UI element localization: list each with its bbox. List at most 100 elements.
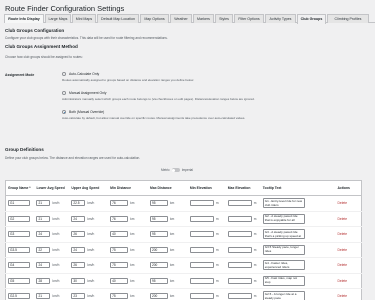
max-distance-input[interactable]: 95 [150,200,169,207]
max-elevation-input[interactable] [227,262,252,269]
tab-route-info-display[interactable]: Route Info Display [4,14,44,23]
tooltip-textarea[interactable]: G5 - Fast rides, map not stop [262,275,305,286]
table-cell: G4 - Faster rides, experienced riders [260,257,336,274]
min-distance-input[interactable]: 76 [110,215,129,222]
lower-speed-input[interactable]: 22 [36,246,51,253]
max-elevation-input[interactable] [227,231,252,238]
table-cell: 28 km/h [34,273,70,289]
unit-label: km [130,263,135,268]
min-distance-input[interactable]: 40 [110,231,129,238]
min-distance-input[interactable]: 76 [110,200,129,207]
upper-speed-input[interactable]: 26 [71,231,86,238]
max-elevation-input[interactable] [227,246,252,253]
min-elevation-input[interactable] [189,231,214,238]
assignment-mode-label: Assignment Mode [5,73,35,77]
delete-row-link[interactable]: Delete [338,248,348,252]
group-name-input[interactable]: G3.5 [8,246,30,253]
max-distance-input[interactable]: 200 [150,246,169,253]
max-distance-input[interactable]: 95 [150,277,169,284]
unit-toggle-switch[interactable] [171,168,180,172]
lower-speed-input[interactable]: 21 [36,200,51,207]
upper-speed-input[interactable]: 23 [71,293,86,300]
tab-default-map-location[interactable]: Default Map Location [97,14,139,23]
table-row: G5 28 km/h 30 km/h 40 km 95 km m m G5 - Fast rides,… [5,273,362,289]
tab-climbing-profiles[interactable]: Climbing Profiles [327,14,369,23]
upper-speed-input[interactable]: 24 [71,246,86,253]
unit-label: m [253,247,257,252]
delete-row-link[interactable]: Delete [338,201,348,205]
table-cell: m [225,226,261,243]
tooltip-textarea[interactable]: G3.5 Steady pace, longer rides [262,244,305,255]
group-name-input[interactable]: G3 [8,231,30,238]
tooltip-textarea[interactable]: G2.5 - A longer ride at a steady pace [262,291,305,300]
min-distance-input[interactable]: 75 [110,262,129,269]
col-header-group-name: Group Name * [5,180,35,196]
table-cell: 26 km/h [69,226,109,243]
tab-activity-types[interactable]: Activity Types [265,14,296,23]
max-elevation-input[interactable] [227,277,252,284]
lower-speed-input[interactable]: 21 [36,215,51,222]
delete-row-link[interactable]: Delete [338,263,348,267]
min-elevation-input[interactable] [189,246,214,253]
tab-weather[interactable]: Weather [170,14,192,23]
min-distance-input[interactable]: 75 [110,246,129,253]
upper-speed-input[interactable]: 22.5 [71,200,86,207]
delete-row-link[interactable]: Delete [338,279,348,283]
tooltip-textarea[interactable]: G4 - Faster rides, experienced riders [262,260,305,271]
min-elevation-input[interactable] [189,200,214,207]
radio-label-auto-calculate: Auto-Calculate Only [69,72,100,76]
max-distance-input[interactable]: 200 [150,262,169,269]
table-cell: m [225,273,261,289]
lower-speed-input[interactable]: 24 [36,262,51,269]
lower-speed-input[interactable]: 28 [36,277,51,284]
table-cell: 23 km/h [69,288,109,300]
table-row: G3 24 km/h 26 km/h 40 km 95 km m m G3 - A steady pa… [5,226,362,243]
tab-mini-maps[interactable]: Mini Maps [72,14,96,23]
max-distance-input[interactable]: 200 [150,293,169,300]
min-distance-input[interactable]: 40 [110,277,129,284]
group-name-input[interactable]: G4 [8,262,30,269]
group-name-input[interactable]: G5 [8,277,30,284]
col-header-max-distance: Max Distance [148,180,188,196]
group-name-input[interactable]: G2.5 [8,293,30,300]
delete-row-link[interactable]: Delete [338,294,348,298]
max-elevation-input[interactable] [227,215,252,222]
section-desc-group-definitions: Define your club groups below. The dista… [5,156,141,160]
tab-large-maps[interactable]: Large Maps [45,14,71,23]
max-distance-input[interactable]: 95 [150,215,169,222]
group-name-input[interactable]: G2 [8,215,30,222]
tooltip-textarea[interactable]: G2 - A steady paced ride that is enjoyab… [262,213,305,224]
upper-speed-input[interactable]: 24 [71,215,86,222]
max-elevation-input[interactable] [227,200,252,207]
delete-row-link[interactable]: Delete [338,217,348,221]
min-elevation-input[interactable] [189,277,214,284]
min-elevation-input[interactable] [189,262,214,269]
group-name-input[interactable]: G1 [8,200,30,207]
table-cell: 24 km/h [69,242,109,258]
table-cell: G3.5 Steady pace, longer rides [260,242,336,258]
lower-speed-input[interactable]: 24 [36,231,51,238]
min-elevation-input[interactable] [189,215,214,222]
tab-club-groups[interactable]: Club Groups [297,14,326,24]
min-elevation-input[interactable] [189,293,214,300]
table-row: G2.5 21 km/h 23 km/h 75 km 200 km m m G2.5 - A long… [5,288,362,300]
tooltip-textarea[interactable]: G3 - A steady paced ride that’s a pickin… [262,229,305,240]
radio-manual-assignment[interactable] [62,91,66,95]
section-title-club-groups: Club Groups Configuration [5,28,65,33]
table-cell: 95 km [148,273,188,289]
tab-map-options[interactable]: Map Options [140,14,169,23]
max-elevation-input[interactable] [227,293,252,300]
min-distance-input[interactable]: 75 [110,293,129,300]
upper-speed-input[interactable]: 26 [71,262,86,269]
tab-filter-options[interactable]: Filter Options [234,14,264,23]
radio-auto-calculate[interactable] [62,72,66,76]
lower-speed-input[interactable]: 21 [36,293,51,300]
upper-speed-input[interactable]: 30 [71,277,86,284]
max-distance-input[interactable]: 95 [150,231,169,238]
radio-both-manual-override[interactable] [62,110,66,114]
tab-markers[interactable]: Markers [193,14,214,23]
delete-row-link[interactable]: Delete [338,232,348,236]
tab-styles[interactable]: Styles [215,14,233,23]
tooltip-textarea[interactable]: G1 - Entry-level ride for new club rider… [262,198,305,209]
unit-label: km/h [87,201,95,206]
